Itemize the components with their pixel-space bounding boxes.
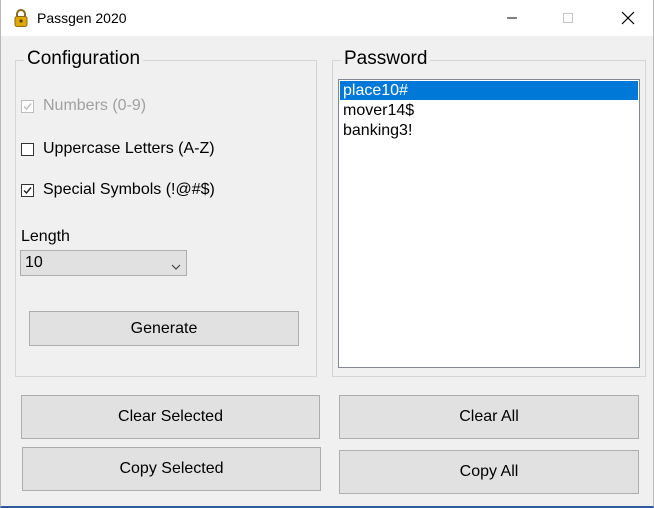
close-button[interactable] <box>605 0 651 36</box>
minimize-icon <box>507 17 517 19</box>
uppercase-label[interactable]: Uppercase Letters (A-Z) <box>43 140 215 158</box>
special-checkbox-row[interactable]: Special Symbols (!@#$) <box>21 181 215 199</box>
clear-selected-button[interactable]: Clear Selected <box>21 395 320 439</box>
minimize-button[interactable] <box>489 0 535 36</box>
generate-button[interactable]: Generate <box>29 311 299 346</box>
length-dropdown[interactable]: 10 <box>20 250 187 276</box>
special-checkbox[interactable] <box>21 183 34 197</box>
length-value: 10 <box>25 254 43 271</box>
length-label: Length <box>21 228 70 245</box>
uppercase-checkbox-row[interactable]: Uppercase Letters (A-Z) <box>21 140 215 158</box>
password-list-item[interactable]: mover14$ <box>340 101 638 120</box>
numbers-label: Numbers (0-9) <box>43 97 147 114</box>
app-window: Passgen 2020 Configuration Numbers (0-9)… <box>0 0 654 508</box>
special-label[interactable]: Special Symbols (!@#$) <box>43 181 215 199</box>
padlock-icon <box>13 9 29 27</box>
numbers-checkbox-row: Numbers (0-9) <box>21 97 146 115</box>
title-bar[interactable]: Passgen 2020 <box>1 0 653 36</box>
copy-selected-button[interactable]: Copy Selected <box>22 447 321 491</box>
password-list[interactable]: place10# mover14$ banking3! <box>338 79 640 368</box>
checkmark-icon <box>23 102 32 110</box>
maximize-icon <box>563 13 573 23</box>
password-list-item[interactable]: banking3! <box>340 121 638 140</box>
copy-all-button[interactable]: Copy All <box>339 450 639 494</box>
maximize-button[interactable] <box>545 0 591 36</box>
window-title: Passgen 2020 <box>37 10 127 26</box>
password-list-item[interactable]: place10# <box>340 81 638 100</box>
configuration-group-title: Configuration <box>24 48 144 70</box>
numbers-checkbox <box>21 99 34 113</box>
chevron-down-icon <box>171 258 181 276</box>
clear-all-button[interactable]: Clear All <box>339 395 639 439</box>
checkmark-icon <box>23 186 32 194</box>
password-group-title: Password <box>341 48 431 70</box>
uppercase-checkbox[interactable] <box>21 142 34 156</box>
close-icon <box>621 11 635 25</box>
